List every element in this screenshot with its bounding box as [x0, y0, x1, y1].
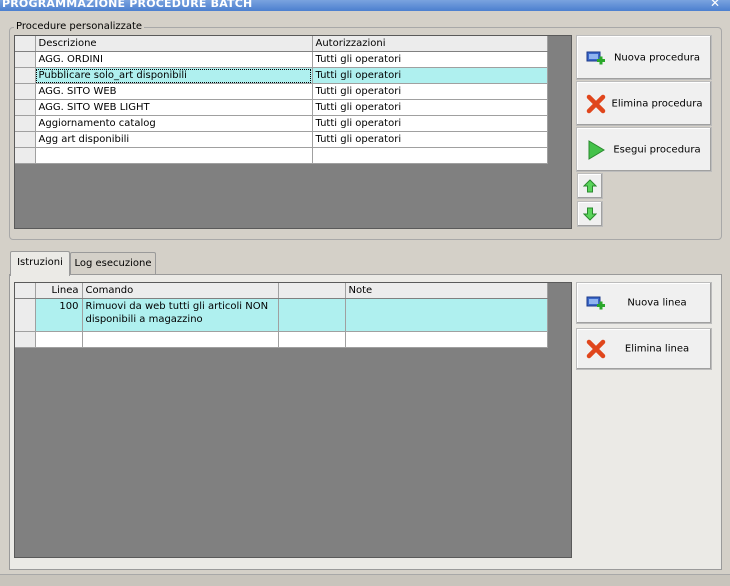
- table-row[interactable]: AGG. SITO WEB LIGHT Tutti gli operatori: [15, 99, 548, 116]
- procedures-group-label: Procedure personalizzate: [14, 21, 145, 32]
- column-header-linea[interactable]: Linea: [35, 283, 83, 299]
- row-indicator[interactable]: [15, 99, 36, 116]
- cell-autorizzazioni[interactable]: [312, 147, 548, 164]
- table-row-selected[interactable]: Pubblicare solo_art disponibili Tutti gl…: [15, 67, 548, 84]
- cell-autorizzazioni[interactable]: Tutti gli operatori: [312, 51, 548, 68]
- column-header-autorizzazioni[interactable]: Autorizzazioni: [312, 36, 548, 52]
- row-indicator[interactable]: [15, 298, 36, 332]
- close-icon[interactable]: ✕: [710, 0, 720, 9]
- row-indicator[interactable]: [15, 331, 36, 348]
- cell-comando[interactable]: [82, 331, 279, 348]
- table-row[interactable]: AGG. ORDINI Tutti gli operatori: [15, 51, 548, 68]
- new-line-button[interactable]: Nuova linea: [576, 282, 712, 324]
- procedures-table: Descrizione Autorizzazioni AGG. ORDINI T…: [15, 36, 548, 164]
- cell-autorizzazioni[interactable]: Tutti gli operatori: [312, 83, 548, 100]
- procedures-grid[interactable]: Descrizione Autorizzazioni AGG. ORDINI T…: [14, 35, 572, 229]
- column-header-blank[interactable]: [278, 283, 346, 299]
- cell-descrizione[interactable]: AGG. SITO WEB LIGHT: [35, 99, 313, 116]
- new-line-label: Nuova linea: [627, 297, 687, 309]
- cell-autorizzazioni[interactable]: Tutti gli operatori: [312, 99, 548, 116]
- row-indicator[interactable]: [15, 147, 36, 164]
- move-up-button[interactable]: [577, 173, 603, 199]
- play-icon: [585, 139, 607, 161]
- table-row[interactable]: Agg art disponibili Tutti gli operatori: [15, 131, 548, 148]
- new-line-icon: [585, 292, 607, 314]
- cell-autorizzazioni[interactable]: Tutti gli operatori: [312, 115, 548, 132]
- run-procedure-button[interactable]: Esegui procedura: [576, 127, 712, 172]
- title-bar: PROGRAMMAZIONE PROCEDURE BATCH ✕: [0, 0, 730, 11]
- cell-descrizione[interactable]: Pubblicare solo_art disponibili: [35, 67, 313, 84]
- cell-descrizione[interactable]: Aggiornamento catalog: [35, 115, 313, 132]
- cell-autorizzazioni[interactable]: Tutti gli operatori: [312, 131, 548, 148]
- cell-descrizione[interactable]: AGG. SITO WEB: [35, 83, 313, 100]
- instructions-table: Linea Comando Note 100 Rimuovi da web tu…: [15, 283, 548, 348]
- row-indicator[interactable]: [15, 115, 36, 132]
- row-indicator-header: [15, 283, 36, 299]
- cell-note[interactable]: [345, 331, 548, 348]
- instructions-header-row: Linea Comando Note: [15, 283, 548, 299]
- column-header-descrizione[interactable]: Descrizione: [35, 36, 313, 52]
- column-header-comando[interactable]: Comando: [82, 283, 279, 299]
- instructions-grid[interactable]: Linea Comando Note 100 Rimuovi da web tu…: [14, 282, 572, 558]
- table-row-selected[interactable]: 100 Rimuovi da web tutti gli articoli NO…: [15, 298, 548, 332]
- comando-line-2: disponibili a magazzino: [85, 314, 203, 325]
- table-row-new[interactable]: [15, 331, 548, 348]
- tab-log-esecuzione[interactable]: Log esecuzione: [70, 252, 156, 275]
- tab-istruzioni[interactable]: Istruzioni: [10, 251, 70, 276]
- procedures-header-row: Descrizione Autorizzazioni: [15, 36, 548, 52]
- run-procedure-label: Esegui procedura: [613, 144, 701, 155]
- cell-descrizione[interactable]: [35, 147, 313, 164]
- delete-line-button[interactable]: Elimina linea: [576, 328, 712, 370]
- new-procedure-button[interactable]: Nuova procedura: [576, 35, 712, 80]
- new-procedure-icon: [585, 47, 607, 69]
- comando-line-1: Rimuovi da web tutti gli articoli NON: [85, 301, 269, 312]
- row-indicator[interactable]: [15, 51, 36, 68]
- cell-linea[interactable]: 100: [35, 298, 83, 332]
- delete-procedure-button[interactable]: Elimina procedura: [576, 81, 712, 126]
- arrow-up-icon: [583, 179, 597, 193]
- bottom-bar: [0, 574, 730, 586]
- column-header-note[interactable]: Note: [345, 283, 548, 299]
- window-title: PROGRAMMAZIONE PROCEDURE BATCH: [2, 0, 253, 10]
- table-row[interactable]: AGG. SITO WEB Tutti gli operatori: [15, 83, 548, 100]
- cell-autorizzazioni[interactable]: Tutti gli operatori: [312, 67, 548, 84]
- cell-descrizione[interactable]: AGG. ORDINI: [35, 51, 313, 68]
- cell-linea[interactable]: [35, 331, 83, 348]
- new-procedure-label: Nuova procedura: [613, 52, 701, 63]
- cell-note[interactable]: [345, 298, 548, 332]
- move-down-button[interactable]: [577, 201, 603, 227]
- row-indicator[interactable]: [15, 83, 36, 100]
- cell-comando[interactable]: Rimuovi da web tutti gli articoli NON di…: [82, 298, 279, 332]
- arrow-down-icon: [583, 207, 597, 221]
- row-indicator[interactable]: [15, 67, 36, 84]
- row-indicator-header: [15, 36, 36, 52]
- delete-x-icon: [585, 93, 607, 115]
- cell-descrizione[interactable]: Agg art disponibili: [35, 131, 313, 148]
- cell-extra[interactable]: [278, 298, 346, 332]
- delete-procedure-label: Elimina procedura: [611, 98, 703, 109]
- delete-x-icon: [585, 338, 607, 360]
- table-row[interactable]: Aggiornamento catalog Tutti gli operator…: [15, 115, 548, 132]
- row-indicator[interactable]: [15, 131, 36, 148]
- cell-extra[interactable]: [278, 331, 346, 348]
- table-row-new[interactable]: [15, 147, 548, 164]
- delete-line-label: Elimina linea: [624, 343, 690, 355]
